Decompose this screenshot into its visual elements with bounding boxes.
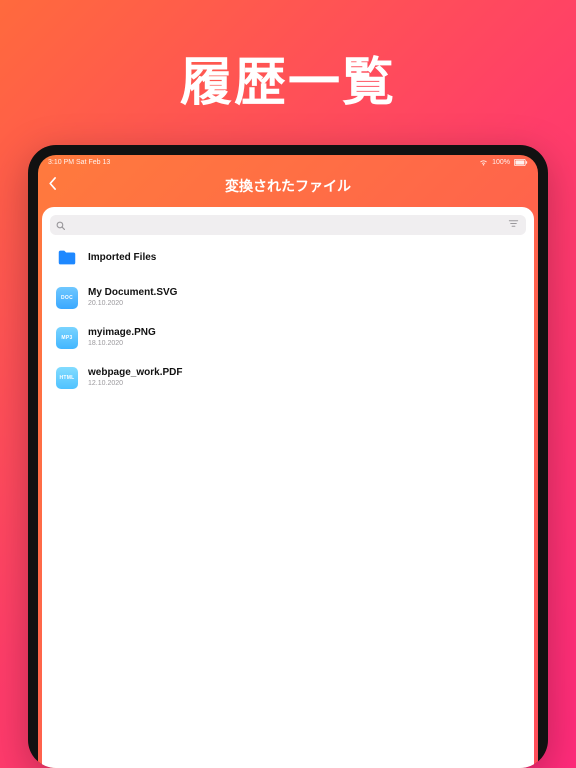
item-text: webpage_work.PDF 12.10.2020 [88,367,182,388]
file-html-icon: HTML [56,367,78,389]
search-bar[interactable] [50,215,526,235]
status-bar: 3:10 PM Sat Feb 13 100% [38,155,538,169]
filter-icon [508,216,519,234]
file-badge: DOC [61,295,73,301]
item-text: Imported Files [88,252,156,264]
item-title: My Document.SVG [88,287,177,299]
file-doc-icon: DOC [56,287,78,309]
item-title: webpage_work.PDF [88,367,182,379]
content-card: Imported Files DOC My Document.SVG 20.10… [42,207,534,768]
chevron-left-icon [46,177,60,196]
list-item[interactable]: MP3 myimage.PNG 18.10.2020 [56,327,520,349]
item-title: myimage.PNG [88,327,156,339]
status-battery-pct: 100% [492,159,510,166]
status-time: 3:10 PM Sat Feb 13 [48,159,110,166]
battery-icon [514,159,528,166]
search-input[interactable] [65,220,520,230]
nav-title: 変換されたファイル [225,176,351,196]
search-icon [56,221,65,230]
status-right: 100% [479,159,528,166]
hero-title: 履歴一覧 [180,40,396,115]
list-item[interactable]: HTML webpage_work.PDF 12.10.2020 [56,367,520,389]
folder-icon [56,247,78,269]
item-text: myimage.PNG 18.10.2020 [88,327,156,348]
back-button[interactable] [46,177,60,196]
nav-bar: 変換されたファイル [38,169,538,203]
list-item-folder[interactable]: Imported Files [56,247,520,269]
tablet-screen: 3:10 PM Sat Feb 13 100% 変換されたファイル [38,155,538,768]
list-item[interactable]: DOC My Document.SVG 20.10.2020 [56,287,520,309]
filter-button[interactable] [504,216,522,234]
file-mp3-icon: MP3 [56,327,78,349]
item-date: 18.10.2020 [88,340,156,348]
file-badge: HTML [59,375,74,381]
file-badge: MP3 [61,335,72,341]
file-list: Imported Files DOC My Document.SVG 20.10… [42,239,534,397]
wifi-icon [479,159,488,166]
item-date: 12.10.2020 [88,380,182,388]
item-date: 20.10.2020 [88,300,177,308]
item-text: My Document.SVG 20.10.2020 [88,287,177,308]
tablet-frame: 3:10 PM Sat Feb 13 100% 変換されたファイル [28,145,548,768]
item-title: Imported Files [88,252,156,264]
